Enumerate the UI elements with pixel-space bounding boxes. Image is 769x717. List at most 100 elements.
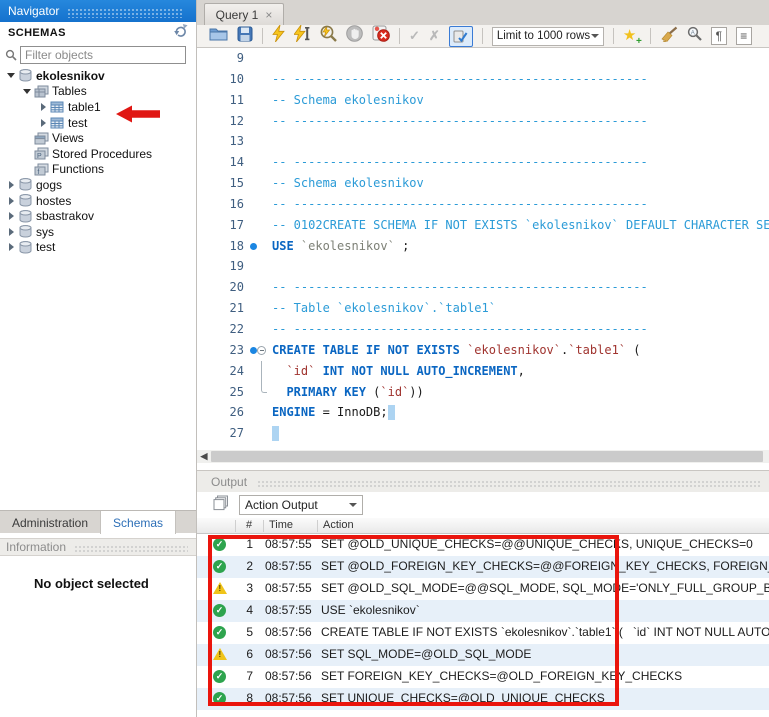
tab-schemas[interactable]: Schemas	[101, 511, 176, 534]
autocommit-toggle-button[interactable]	[449, 26, 473, 46]
filter-objects-input[interactable]	[20, 46, 186, 64]
editor-line[interactable]: 10-- -----------------------------------…	[197, 69, 769, 90]
expand-arrow-icon[interactable]	[6, 243, 16, 251]
chevron-down-icon	[591, 34, 599, 38]
kill-connection-button[interactable]	[372, 26, 390, 46]
code-segment: (	[366, 385, 380, 399]
editor-line[interactable]: 15-- Schema ekolesnikov	[197, 173, 769, 194]
procedures-icon: P	[32, 147, 50, 160]
line-number: 20	[197, 277, 244, 298]
scroll-left-icon[interactable]: ◀	[197, 451, 211, 462]
tree-item-test[interactable]: test	[0, 115, 196, 131]
clean-button[interactable]	[660, 26, 678, 46]
execute-current-button[interactable]	[294, 26, 310, 46]
tree-item-test[interactable]: test	[0, 240, 196, 256]
editor-line[interactable]: 25 PRIMARY KEY (`id`))	[197, 382, 769, 403]
editor-line[interactable]: 26ENGINE = InnoDB;	[197, 402, 769, 423]
refresh-icon[interactable]	[174, 24, 188, 42]
expand-arrow-icon[interactable]	[6, 181, 16, 189]
navigator-panel: Navigator SCHEMAS ekolesnikovTablestable…	[0, 0, 196, 717]
editor-line[interactable]: 21 -- Table `ekolesnikov`.`table1`	[197, 298, 769, 319]
editor-line[interactable]: 27	[197, 423, 769, 444]
output-row[interactable]: ✓508:57:56CREATE TABLE IF NOT EXISTS `ek…	[197, 622, 769, 644]
output-row[interactable]: 608:57:56SET SQL_MODE=@OLD_SQL_MODE	[197, 644, 769, 666]
new-snippet-button[interactable]: ★+	[623, 26, 641, 46]
scrollbar-thumb[interactable]	[211, 451, 763, 462]
find-button[interactable]: A	[687, 26, 702, 46]
output-view-selector[interactable]: Action Output	[239, 495, 363, 515]
tab-query-1[interactable]: Query 1 ×	[204, 3, 284, 25]
editor-line[interactable]: 14-- -----------------------------------…	[197, 152, 769, 173]
tree-item-sys[interactable]: sys	[0, 224, 196, 240]
tree-item-tables[interactable]: Tables	[0, 84, 196, 100]
output-header-texture	[257, 480, 761, 489]
editor-line[interactable]: 24 `id` INT NOT NULL AUTO_INCREMENT,	[197, 361, 769, 382]
line-number: 17	[197, 215, 244, 236]
code-text: -- -------------------------------------…	[272, 277, 648, 298]
editor-line[interactable]: 12-- -----------------------------------…	[197, 111, 769, 132]
editor-horizontal-scrollbar[interactable]: ◀	[197, 450, 769, 463]
limit-rows-select[interactable]: Limit to 1000 rows	[492, 27, 604, 46]
collapse-arrow-icon[interactable]	[22, 89, 32, 94]
expand-arrow-icon[interactable]	[6, 228, 16, 236]
tree-item-sbastrakov[interactable]: sbastrakov	[0, 208, 196, 224]
tree-item-functions[interactable]: fFunctions	[0, 162, 196, 178]
output-row[interactable]: ✓708:57:56SET FOREIGN_KEY_CHECKS=@OLD_FO…	[197, 666, 769, 688]
output-row[interactable]: ✓408:57:55USE `ekolesnikov`	[197, 600, 769, 622]
save-script-icon	[237, 26, 253, 47]
editor-line[interactable]: 11-- Schema ekolesnikov	[197, 90, 769, 111]
open-file-button[interactable]	[209, 26, 228, 46]
output-row[interactable]: ✓108:57:55SET @OLD_UNIQUE_CHECKS=@@UNIQU…	[197, 534, 769, 556]
expand-arrow-icon[interactable]	[6, 197, 16, 205]
tree-item-label: table1	[66, 100, 101, 114]
expand-arrow-icon[interactable]	[38, 103, 48, 111]
code-segment: -- -------------------------------------…	[272, 197, 648, 211]
save-script-button[interactable]	[237, 26, 253, 46]
line-number: 10	[197, 69, 244, 90]
editor-line[interactable]: 19	[197, 256, 769, 277]
collapse-arrow-icon[interactable]	[6, 73, 16, 78]
tree-item-ekolesnikov[interactable]: ekolesnikov	[0, 68, 196, 84]
commit-button[interactable]: ✓	[409, 26, 420, 46]
output-row[interactable]: ✓808:57:56SET UNIQUE_CHECKS=@OLD_UNIQUE_…	[197, 688, 769, 710]
warning-badge	[213, 582, 227, 594]
expand-arrow-icon[interactable]	[6, 212, 16, 220]
editor-line[interactable]: 13	[197, 131, 769, 152]
editor-line[interactable]: 18USE `ekolesnikov` ;	[197, 236, 769, 257]
tree-item-table1[interactable]: table1	[0, 99, 196, 115]
invisibles-button[interactable]: ¶	[711, 26, 727, 46]
output-row[interactable]: 308:57:55SET @OLD_SQL_MODE=@@SQL_MODE, S…	[197, 578, 769, 600]
tree-item-stored-procedures[interactable]: PStored Procedures	[0, 146, 196, 162]
editor-line[interactable]: 17-- 0102CREATE SCHEMA IF NOT EXISTS `ek…	[197, 215, 769, 236]
rollback-button[interactable]: ✗	[429, 26, 440, 46]
output-row[interactable]: ✓208:57:55SET @OLD_FOREIGN_KEY_CHECKS=@@…	[197, 556, 769, 578]
tab-administration[interactable]: Administration	[0, 511, 101, 534]
information-header-texture	[74, 545, 188, 554]
close-icon[interactable]: ×	[265, 9, 272, 21]
output-view-selected-value: Action Output	[245, 498, 318, 512]
information-title: Information	[6, 540, 66, 554]
tree-item-views[interactable]: Views	[0, 130, 196, 146]
stop-icon	[346, 25, 363, 47]
explain-button[interactable]	[319, 26, 337, 46]
filter-row	[2, 44, 194, 66]
wrap-button[interactable]: ≡	[736, 26, 752, 46]
sql-editor[interactable]: 910-- ----------------------------------…	[197, 48, 769, 450]
editor-line[interactable]: 22-- -----------------------------------…	[197, 319, 769, 340]
expand-arrow-icon[interactable]	[38, 119, 48, 127]
fold-collapse-icon[interactable]	[257, 346, 266, 355]
tree-item-gogs[interactable]: gogs	[0, 177, 196, 193]
editor-line[interactable]: 9	[197, 48, 769, 69]
line-number: 21	[197, 298, 244, 319]
tree-item-hostes[interactable]: hostes	[0, 193, 196, 209]
editor-line[interactable]: 23CREATE TABLE IF NOT EXISTS `ekolesniko…	[197, 340, 769, 361]
code-segment	[272, 364, 286, 378]
code-text: -- Table `ekolesnikov`.`table1`	[272, 298, 496, 319]
editor-line[interactable]: 20 -- -----------------------------------…	[197, 277, 769, 298]
editor-line[interactable]: 16-- -----------------------------------…	[197, 194, 769, 215]
stop-button[interactable]	[346, 26, 363, 46]
execute-button[interactable]	[272, 26, 285, 46]
mysql-workbench-window: Navigator SCHEMAS ekolesnikovTablestable…	[0, 0, 769, 717]
tree-item-label: hostes	[34, 194, 71, 208]
code-segment: -- Table `ekolesnikov`.`table1`	[272, 301, 496, 315]
